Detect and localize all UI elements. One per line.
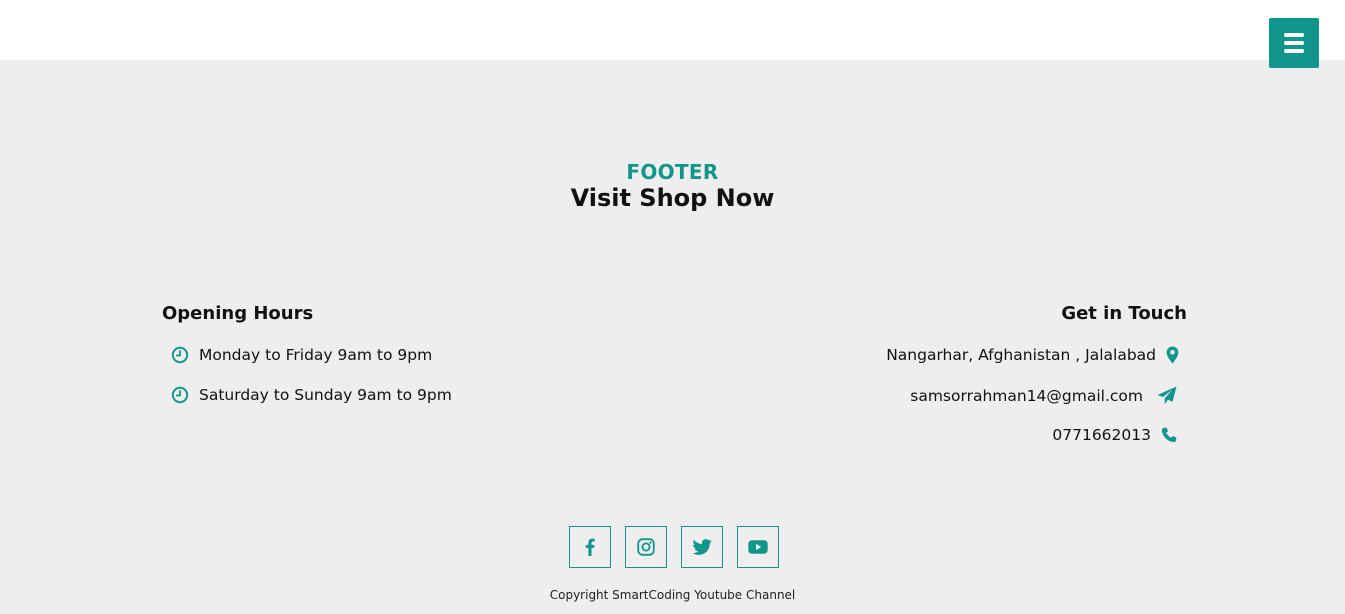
footer-kicker: FOOTER: [626, 160, 719, 184]
top-bar: [0, 0, 1345, 60]
twitter-button[interactable]: [681, 526, 723, 568]
clock-icon: [171, 386, 189, 404]
contact-item-address: Nangarhar, Afghanistan , Jalalabad: [886, 346, 1179, 364]
hours-item: Saturday to Sunday 9am to 9pm: [171, 386, 452, 404]
hours-item-text: Saturday to Sunday 9am to 9pm: [199, 386, 452, 404]
footer-title: Visit Shop Now: [570, 184, 775, 212]
contact-item-text: Nangarhar, Afghanistan , Jalalabad: [886, 346, 1156, 364]
clock-icon: [171, 346, 189, 364]
contact-item-email: samsorrahman14@gmail.com: [910, 386, 1177, 405]
contact-item-text: samsorrahman14@gmail.com: [910, 386, 1143, 405]
opening-hours-heading: Opening Hours: [162, 303, 314, 324]
social-links: [569, 526, 779, 568]
hours-item-text: Monday to Friday 9am to 9pm: [199, 346, 433, 364]
contact-item-text: 0771662013: [1052, 426, 1151, 444]
youtube-icon: [748, 540, 768, 554]
footer: FOOTER Visit Shop Now Opening Hours Mond…: [0, 60, 1345, 614]
contact-item-phone: 0771662013: [1052, 426, 1177, 444]
get-in-touch-heading: Get in Touch: [1061, 303, 1187, 324]
hamburger-menu-icon: [1284, 33, 1304, 53]
youtube-button[interactable]: [737, 526, 779, 568]
instagram-icon: [637, 538, 655, 556]
menu-toggle-button[interactable]: [1269, 18, 1319, 68]
copyright-text: Copyright SmartCoding Youtube Channel: [549, 588, 796, 602]
twitter-icon: [692, 539, 712, 555]
paper-plane-icon: [1157, 386, 1177, 405]
facebook-icon: [585, 538, 595, 556]
instagram-button[interactable]: [625, 526, 667, 568]
facebook-button[interactable]: [569, 526, 611, 568]
hours-item: Monday to Friday 9am to 9pm: [171, 346, 432, 364]
map-marker-icon: [1166, 346, 1179, 364]
phone-icon: [1161, 427, 1177, 443]
